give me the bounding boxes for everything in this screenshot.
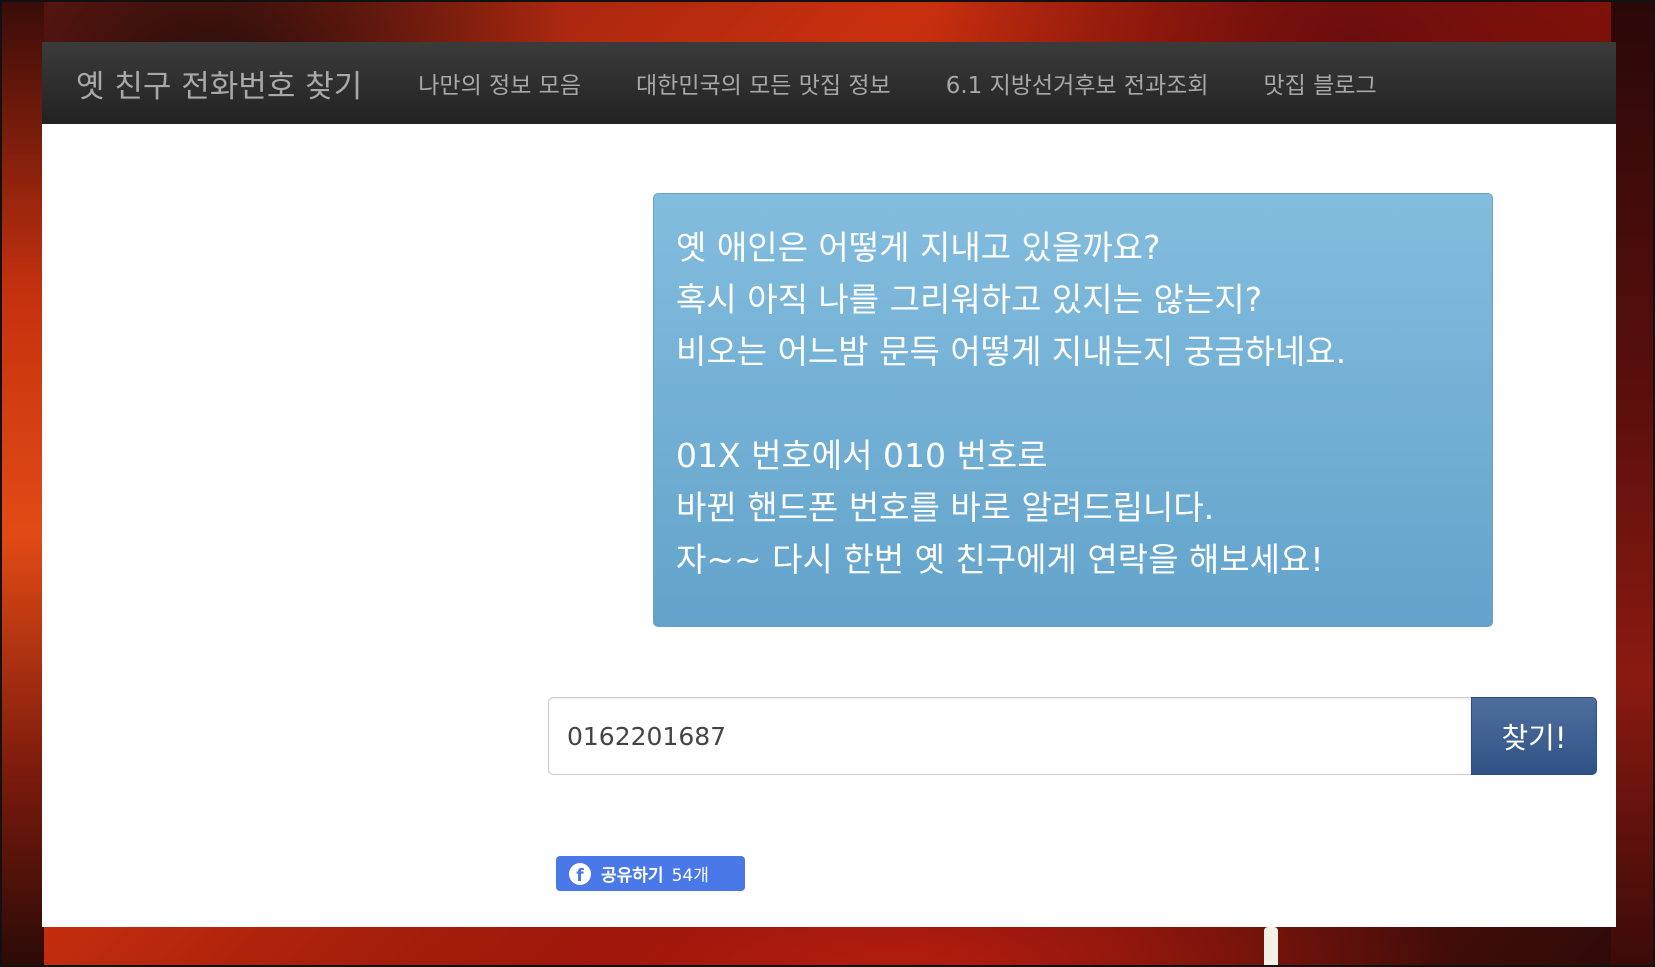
background-photo-detail [1264, 927, 1278, 965]
info-box: 옛 애인은 어떻게 지내고 있을까요? 혹시 아직 나를 그리워하고 있지는 않… [653, 193, 1493, 627]
main-panel: 옛 친구 전화번호 찾기 나만의 정보 모음 대한민국의 모든 맛집 정보 6.… [42, 42, 1616, 927]
nav-item-food-blog[interactable]: 맛집 블로그 [1264, 66, 1377, 100]
nav-item-restaurants[interactable]: 대한민국의 모든 맛집 정보 [636, 66, 891, 100]
info-line-blank [676, 378, 1470, 430]
brand-link[interactable]: 옛 친구 전화번호 찾기 [76, 61, 362, 106]
share-count: 54개 [671, 866, 709, 886]
info-line: 01X 번호에서 010 번호로 [676, 436, 1048, 475]
find-button[interactable]: 찾기! [1471, 697, 1597, 775]
browser-viewport: 옛 친구 전화번호 찾기 나만의 정보 모음 대한민국의 모든 맛집 정보 6.… [0, 0, 1655, 967]
info-line: 비오는 어느밤 문득 어떻게 지내는지 궁금하네요. [676, 332, 1347, 371]
search-row: 찾기! [548, 697, 1597, 775]
nav-item-my-info[interactable]: 나만의 정보 모음 [418, 66, 581, 100]
background-photo-right [1611, 2, 1653, 965]
info-line: 옛 애인은 어떻게 지내고 있을까요? [676, 228, 1161, 267]
nav-item-election-records[interactable]: 6.1 지방선거후보 전과조회 [946, 66, 1209, 100]
facebook-share-button[interactable]: f 공유하기 54개 [556, 856, 745, 891]
info-line: 자~~ 다시 한번 옛 친구에게 연락을 해보세요! [676, 540, 1324, 579]
navbar: 옛 친구 전화번호 찾기 나만의 정보 모음 대한민국의 모든 맛집 정보 6.… [42, 42, 1616, 124]
facebook-icon: f [569, 862, 591, 885]
background-photo-left [2, 2, 44, 965]
info-line: 혹시 아직 나를 그리워하고 있지는 않는지? [676, 280, 1263, 319]
info-line: 바뀐 핸드폰 번호를 바로 알려드립니다. [676, 488, 1215, 527]
phone-number-input[interactable] [548, 697, 1471, 775]
share-label: 공유하기 [601, 866, 664, 886]
